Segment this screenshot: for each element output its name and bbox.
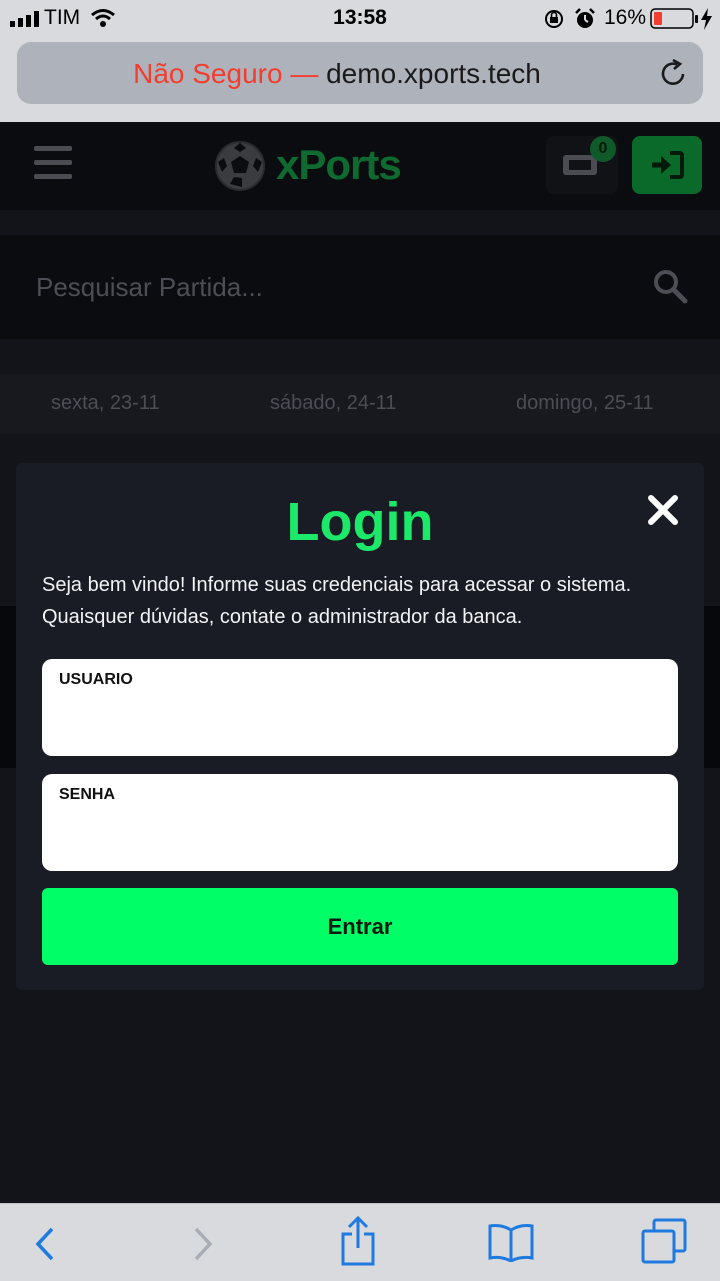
battery-percent: 16% [604,6,647,29]
status-bar: TIM 13:58 16% [0,0,720,38]
battery-icon [650,8,698,29]
url-display[interactable]: Não Seguro — demo.xports.tech [17,58,657,90]
sign-in-icon [652,151,684,179]
search-bar [0,235,720,339]
soccer-ball-icon [215,141,265,191]
close-icon[interactable] [646,493,680,527]
date-tab-saturday[interactable]: sábado, 24-11 [270,392,396,415]
menu-icon[interactable] [34,146,72,180]
username-input[interactable] [59,703,659,739]
password-field[interactable]: SENHA [42,774,678,871]
search-icon[interactable] [652,268,688,304]
date-tabs: sexta, 23-11 sábado, 24-11 domingo, 25-1… [0,374,720,434]
search-input[interactable] [36,267,616,307]
url-domain: demo.xports.tech [326,58,541,89]
submit-button[interactable]: Entrar [42,888,678,965]
date-tab-friday[interactable]: sexta, 23-11 [51,392,160,415]
charging-icon [701,8,712,30]
modal-title: Login [286,492,434,552]
login-modal: Login Seja bem vindo! Informe suas crede… [16,463,704,990]
insecure-label: Não Seguro — [133,58,319,89]
tabs-icon[interactable] [640,1218,688,1264]
browser-bar: Não Seguro — demo.xports.tech [0,38,720,122]
reload-icon[interactable] [659,58,689,90]
login-button[interactable] [632,136,702,194]
alarm-icon [575,8,595,28]
bookmarks-icon[interactable] [487,1222,535,1262]
share-icon[interactable] [340,1216,376,1266]
username-label: USUARIO [59,671,133,688]
address-bar[interactable]: Não Seguro — demo.xports.tech [17,42,703,104]
logo-text: xPorts [276,141,402,188]
welcome-message: Seja bem vindo! Informe suas credenciais… [42,574,632,628]
password-label: SENHA [59,786,116,803]
browser-toolbar [0,1203,720,1281]
forward-icon[interactable] [192,1226,214,1262]
ticket-count-badge: 0 [590,136,616,162]
back-icon[interactable] [34,1226,56,1262]
password-input[interactable] [59,818,659,854]
date-tab-sunday[interactable]: domingo, 25-11 [516,392,654,415]
username-field[interactable]: USUARIO [42,659,678,756]
rotation-lock-icon [545,10,563,28]
